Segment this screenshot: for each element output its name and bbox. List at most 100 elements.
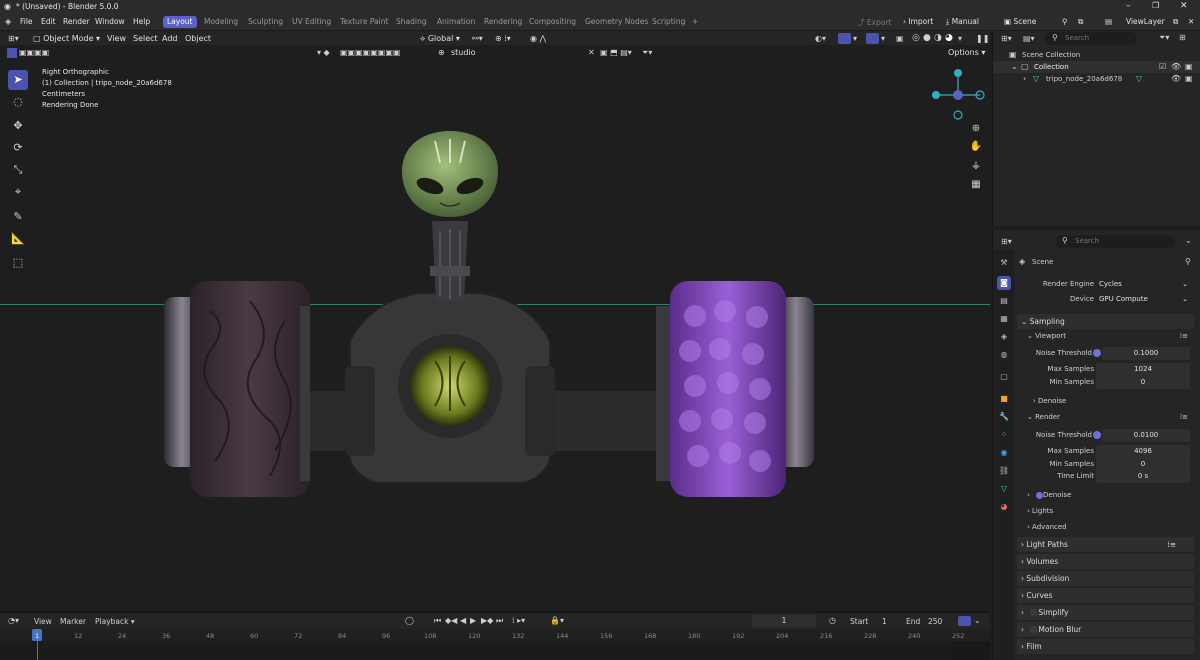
import-button[interactable]: › Import xyxy=(903,17,933,26)
viewlayer-icon[interactable]: ▤ xyxy=(1105,17,1112,26)
collection-render-icon[interactable]: ▣ xyxy=(1185,62,1193,71)
simplify-panel-header[interactable]: › Simplify xyxy=(1017,605,1194,620)
minimize-icon[interactable]: – xyxy=(1126,1,1131,11)
cursor-tool-icon[interactable]: ◌ xyxy=(8,92,28,112)
simplify-checkbox[interactable] xyxy=(1030,609,1037,616)
collection-tab-icon[interactable]: ▢ xyxy=(997,370,1011,384)
viewlayer-remove-icon[interactable]: ✕ xyxy=(1188,17,1194,26)
lights-subpanel-header[interactable]: › Lights xyxy=(1027,505,1192,518)
material-shading-icon[interactable]: ◑ xyxy=(934,33,942,43)
menu-render[interactable]: Render xyxy=(63,17,90,26)
scene-tab-icon[interactable]: ◈ xyxy=(997,330,1011,344)
outliner-row-object[interactable]: › ▽ tripo_node_20a6d678 ▽ 👁 ▣ xyxy=(993,73,1200,85)
outliner-search-input[interactable]: ⚲ Search xyxy=(1045,32,1137,45)
scale-tool-icon[interactable]: ⤡ xyxy=(8,160,28,180)
menu-edit[interactable]: Edit xyxy=(41,17,56,26)
camera-view-icon[interactable]: ⚶ xyxy=(968,158,984,174)
collection-exclude-checkbox[interactable]: ☑ xyxy=(1159,62,1166,71)
vp-max-samples-field[interactable]: 1024 xyxy=(1096,363,1190,376)
outliner-display-mode-icon[interactable]: ▤▾ xyxy=(1023,34,1035,43)
hdri-icon[interactable]: ⊕ xyxy=(438,48,445,57)
r-noise-threshold-field[interactable]: 0.0100 xyxy=(1102,429,1190,442)
timeline-editor-type-icon[interactable]: ◔▾ xyxy=(8,616,19,625)
end-field[interactable]: 250 xyxy=(928,617,942,626)
menu-file[interactable]: File xyxy=(20,17,33,26)
gizmo-toggle-icon[interactable] xyxy=(838,33,851,44)
curves-panel-header[interactable]: › Curves xyxy=(1017,588,1194,603)
3d-viewport[interactable]: ➤ ◌ ✥ ⟳ ⤡ ⌖ ✎ 📐 ⬚ Right Orthographic (1)… xyxy=(0,61,990,610)
overlays-toggle-icon[interactable] xyxy=(866,33,879,44)
auto-keying-icon[interactable]: ◯ xyxy=(405,616,414,625)
subdivision-panel-header[interactable]: › Subdivision xyxy=(1017,571,1194,586)
advanced-subpanel-header[interactable]: › Advanced xyxy=(1027,521,1192,534)
start-field[interactable]: 1 xyxy=(882,617,887,626)
pivot-icon[interactable]: ⚯▾ xyxy=(472,34,483,43)
output-tab-icon[interactable]: ▤ xyxy=(997,294,1011,308)
denoise-checkbox[interactable] xyxy=(1036,492,1043,499)
modifiers-tab-icon[interactable]: 🔧 xyxy=(997,410,1011,424)
tab-texture-paint[interactable]: Texture Paint xyxy=(336,16,392,28)
shading-lights-icons[interactable]: ▣▣▣▣▣▣▣▣ xyxy=(340,48,400,57)
viewlayer-selector[interactable]: ViewLayer xyxy=(1126,17,1165,26)
vp-min-samples-field[interactable]: 0 xyxy=(1096,376,1190,389)
manual-button[interactable]: ⤓ Manual xyxy=(946,17,979,27)
options-dropdown[interactable]: Options ▾ xyxy=(948,48,985,57)
measure-tool-icon[interactable]: 📐 xyxy=(8,229,28,249)
menu-window[interactable]: Window xyxy=(95,17,125,26)
denoise-subpanel-header[interactable]: › Denoise xyxy=(1027,489,1192,502)
physics-tab-icon[interactable]: ◉ xyxy=(997,446,1011,460)
wireframe-shading-icon[interactable]: ◎ xyxy=(912,33,920,43)
overlays-dropdown-icon[interactable]: ▾ xyxy=(881,34,885,43)
r-time-limit-field[interactable]: 0 s xyxy=(1096,470,1190,483)
expand-collection-icon[interactable]: ⌄ xyxy=(1011,62,1018,71)
select-box-mode-icon[interactable] xyxy=(7,48,17,58)
object-mode-selector[interactable]: ▢ Object Mode ▾ xyxy=(33,34,100,43)
rotate-tool-icon[interactable]: ⟳ xyxy=(8,138,28,158)
jump-end-icon[interactable]: ⏭ xyxy=(496,616,503,626)
shading-dropdown-icon[interactable]: ▾ xyxy=(958,34,962,43)
menu-object[interactable]: Object xyxy=(185,34,211,43)
timeline-menu-view[interactable]: View xyxy=(34,617,52,626)
tab-geometry-nodes[interactable]: Geometry Nodes xyxy=(581,16,652,28)
r-max-samples-field[interactable]: 4096 xyxy=(1096,445,1190,458)
outliner-row-collection[interactable]: ⌄ ▢ Collection ☑ 👁 ▣ xyxy=(993,61,1200,73)
object-render-icon[interactable]: ▣ xyxy=(1185,74,1193,83)
tab-shading[interactable]: Shading xyxy=(392,16,430,28)
close-icon[interactable]: ✕ xyxy=(1180,1,1188,11)
jump-keyframe-forward-icon[interactable]: ▶◆ xyxy=(481,616,493,625)
timeline[interactable]: 1 12 24 36 48 60 72 84 96 108 120 132 14… xyxy=(0,629,990,660)
tab-uv-editing[interactable]: UV Editing xyxy=(288,16,335,28)
scene-browse-icon[interactable]: ⧉ xyxy=(1078,17,1083,27)
viewport-subpanel-header[interactable]: ⌄ Viewport ⁞≡ xyxy=(1027,330,1192,343)
world-tab-icon[interactable]: ◍ xyxy=(997,348,1011,362)
jump-keyframe-back-icon[interactable]: ◆◀ xyxy=(445,616,457,625)
play-reverse-icon[interactable]: ◀ xyxy=(460,616,466,625)
menu-add[interactable]: Add xyxy=(162,34,178,43)
tab-animation[interactable]: Animation xyxy=(433,16,479,28)
pin-icon[interactable]: ⚲ xyxy=(1062,17,1068,26)
properties-options-icon[interactable]: ⌄ xyxy=(1185,236,1192,245)
transform-tool-icon[interactable]: ⌖ xyxy=(8,182,28,202)
timeline-playback-menu[interactable]: Playback ▾ xyxy=(95,617,135,626)
visibility-icon[interactable]: ◐▾ xyxy=(815,34,826,43)
proportional-edit-icon[interactable]: ◉ ⋀ xyxy=(530,34,546,43)
properties-pin-icon[interactable]: ⚲ xyxy=(1185,257,1191,266)
presets-icon[interactable]: ⁞≡ xyxy=(1180,330,1188,343)
select-mode-icons[interactable]: ▣▣▣▣ xyxy=(19,48,49,57)
expand-object-icon[interactable]: › xyxy=(1023,74,1026,83)
tab-scripting[interactable]: Scripting xyxy=(648,16,689,28)
render-pass-icon[interactable]: ▾ ◆ xyxy=(317,48,330,57)
outliner-row-scene-collection[interactable]: ▣ Scene Collection xyxy=(993,49,1200,61)
keying-set-icon[interactable]: 🔒▾ xyxy=(550,616,564,625)
object-tab-icon[interactable]: ■ xyxy=(997,392,1011,406)
navigation-gizmo[interactable] xyxy=(928,65,990,123)
current-frame-field[interactable]: 1 xyxy=(752,615,816,627)
solid-shading-icon[interactable]: ● xyxy=(923,33,931,43)
menu-view[interactable]: View xyxy=(107,34,126,43)
device-select[interactable]: GPU Compute ⌄ xyxy=(1096,293,1190,306)
menu-select[interactable]: Select xyxy=(133,34,158,43)
new-collection-icon[interactable]: ⊞ xyxy=(1179,33,1186,42)
r-noise-threshold-checkbox[interactable] xyxy=(1093,431,1101,439)
viewlayer-browse-icon[interactable]: ⧉ xyxy=(1173,17,1178,27)
particles-tab-icon[interactable]: ⁘ xyxy=(997,428,1011,442)
